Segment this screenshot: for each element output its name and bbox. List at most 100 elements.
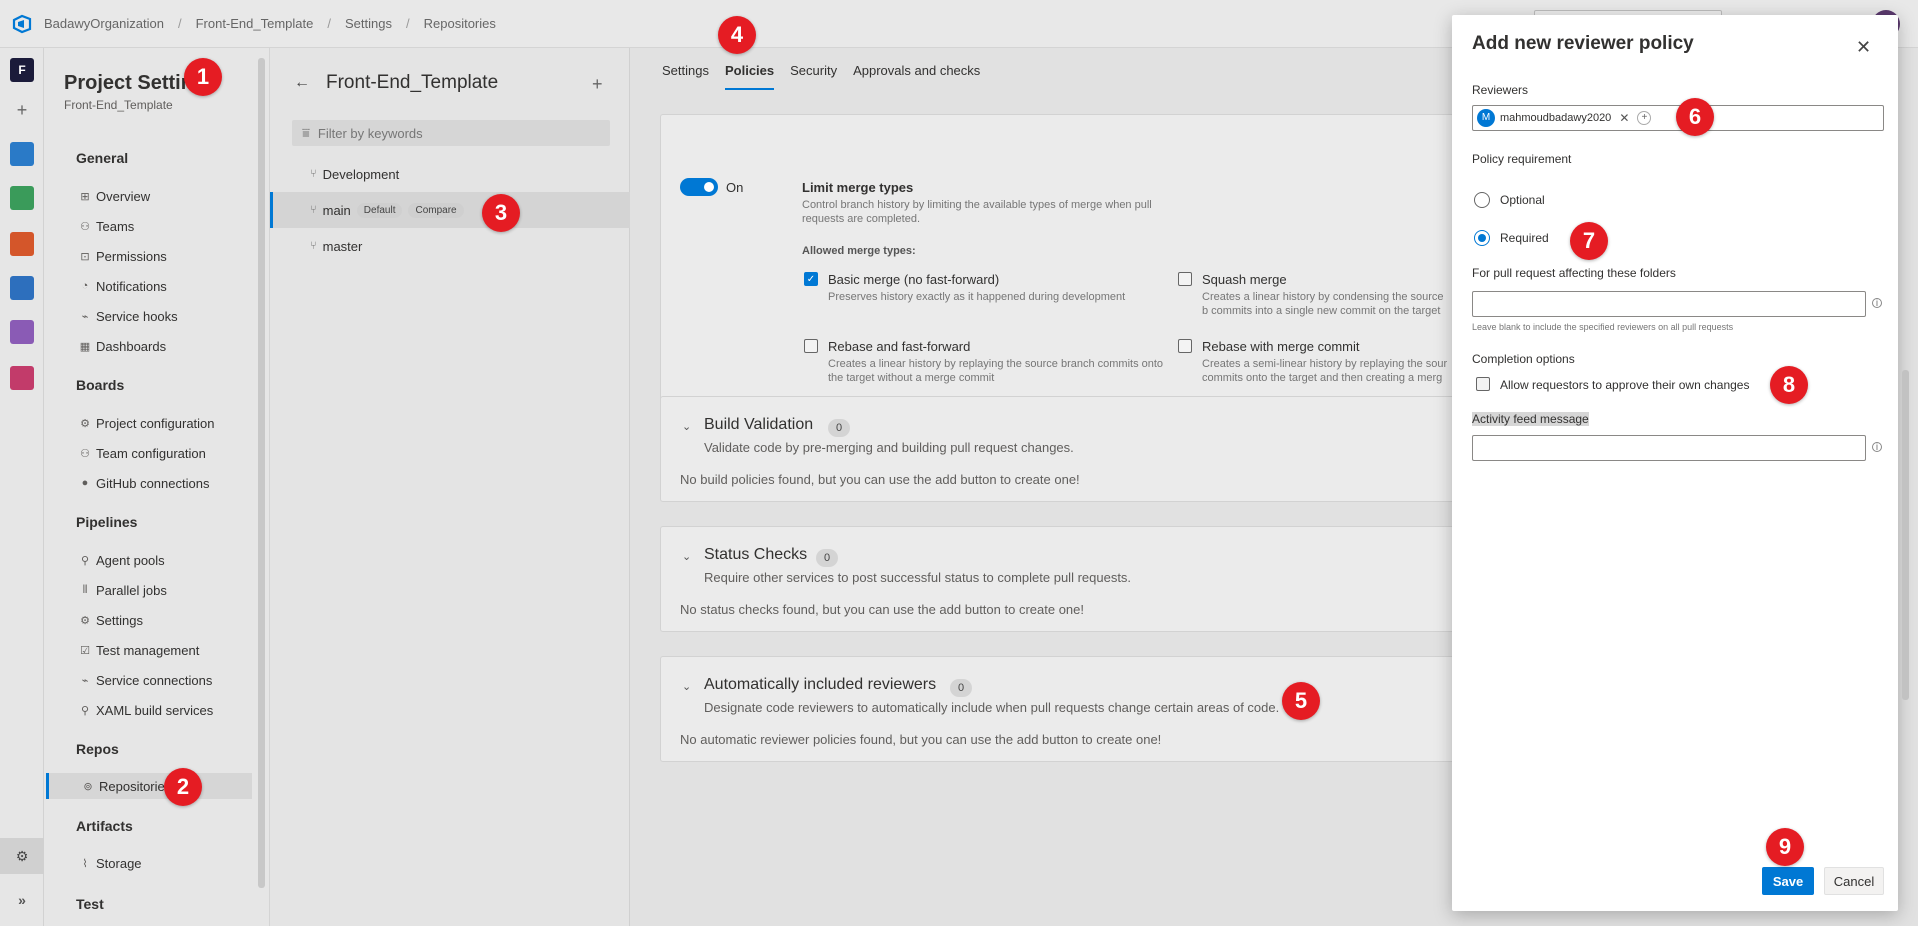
overview-icon: ⊞: [80, 190, 90, 203]
branch-icon: ⑂: [310, 168, 317, 180]
nav-item-label: Notifications: [96, 278, 167, 294]
boards-icon[interactable]: [10, 186, 34, 210]
nav-item-label: GitHub connections: [96, 475, 210, 491]
nav-item-test-management[interactable]: ☑ Test management: [76, 637, 269, 663]
nav-item-service-connections[interactable]: ⌁ Service connections: [76, 667, 269, 693]
cancel-button[interactable]: Cancel: [1824, 867, 1884, 895]
artifacts-icon[interactable]: [10, 366, 34, 390]
auto-reviewers-count: 0: [950, 679, 972, 697]
github-icon: ●: [81, 477, 89, 489]
pipelines-icon[interactable]: [10, 276, 34, 300]
nav-section-boards: Boards: [76, 377, 125, 393]
save-button[interactable]: Save: [1762, 867, 1814, 895]
nav-item-team-configuration[interactable]: ⚇ Team configuration: [76, 440, 269, 466]
annotation-marker: 2: [164, 768, 202, 806]
branch-item-main[interactable]: ⑂ main Default Compare: [270, 192, 630, 228]
nav-item-label: Repositories: [99, 778, 172, 794]
annotation-marker: 1: [184, 58, 222, 96]
breadcrumb-separator: /: [405, 16, 410, 31]
activity-feed-label: Activity feed message: [1472, 412, 1589, 426]
annotation-marker: 5: [1282, 682, 1320, 720]
tab-approvals-and-checks[interactable]: Approvals and checks: [853, 63, 980, 78]
nav-item-label: Test management: [96, 642, 200, 658]
plug-icon: ⌁: [81, 674, 89, 687]
gear-icon[interactable]: ⚙: [0, 838, 44, 874]
reviewer-chip[interactable]: M mahmoudbadawy2020 ✕ +: [1477, 109, 1652, 127]
info-icon[interactable]: i: [1872, 442, 1882, 453]
breadcrumb-project[interactable]: Front-End_Template: [196, 16, 314, 31]
default-tag: Default: [356, 202, 403, 218]
product-rail: F + ⚙ »: [0, 48, 44, 926]
folders-input[interactable]: [1472, 291, 1866, 317]
nav-item-label: Storage: [96, 855, 142, 871]
optional-label: Optional: [1500, 193, 1545, 207]
branch-item-development[interactable]: ⑂ Development: [270, 156, 630, 192]
info-icon[interactable]: i: [1872, 298, 1882, 309]
branch-filter-input[interactable]: ⩸ Filter by keywords: [292, 120, 610, 146]
nav-item-dashboards[interactable]: ▦ Dashboards: [76, 333, 269, 359]
nav-item-parallel-jobs[interactable]: ⫴ Parallel jobs: [76, 577, 269, 603]
nav-item-permissions[interactable]: ⊡ Permissions: [76, 243, 269, 269]
basic-merge-desc: Preserves history exactly as it happened…: [828, 291, 1126, 303]
chevron-down-icon[interactable]: ⌄: [682, 680, 691, 693]
project-initial: F: [18, 63, 26, 77]
config-icon: ⚙: [80, 417, 90, 430]
project-icon[interactable]: F: [10, 58, 34, 82]
nav-item-label: Team configuration: [96, 445, 206, 461]
nav-item-project-configuration[interactable]: ⚙ Project configuration: [76, 410, 269, 436]
tab-policies[interactable]: Policies: [724, 63, 775, 90]
tab-bar: Settings Policies Security Approvals and…: [662, 48, 980, 92]
chevron-down-icon[interactable]: ⌄: [682, 550, 691, 563]
repos-icon[interactable]: [10, 232, 34, 256]
chevron-down-icon[interactable]: ⌄: [682, 420, 691, 433]
nav-item-label: Dashboards: [96, 338, 167, 354]
required-radio[interactable]: [1474, 230, 1490, 246]
back-arrow-icon[interactable]: ←: [294, 74, 310, 92]
nav-item-overview[interactable]: ⊞ Overview: [76, 183, 269, 209]
overview-icon[interactable]: [10, 142, 34, 166]
close-icon[interactable]: ✕: [1856, 37, 1871, 58]
nav-item-storage[interactable]: ⌇ Storage: [76, 850, 269, 876]
azure-devops-logo-icon[interactable]: [0, 0, 44, 48]
page-scrollbar[interactable]: [1902, 370, 1909, 700]
compare-tag[interactable]: Compare: [408, 202, 464, 218]
nav-item-teams[interactable]: ⚇ Teams: [76, 213, 269, 239]
breadcrumb-repositories[interactable]: Repositories: [424, 16, 496, 31]
rebase-fast-forward-checkbox[interactable]: [804, 339, 818, 353]
branch-icon: ⑂: [310, 204, 317, 216]
rebase-merge-commit-checkbox[interactable]: [1178, 339, 1192, 353]
nav-item-service-hooks[interactable]: ⌁ Service hooks: [76, 303, 269, 329]
optional-radio[interactable]: [1474, 192, 1490, 208]
nav-item-xaml-build-services[interactable]: ⚲ XAML build services: [76, 697, 269, 723]
tab-settings[interactable]: Settings: [662, 63, 709, 78]
nav-item-notifications[interactable]: ◔ Notifications: [76, 273, 269, 299]
nav-item-repositories[interactable]: ⊚ Repositories: [46, 773, 252, 799]
build-validation-desc: Validate code by pre-merging and buildin…: [704, 440, 1074, 455]
add-reviewer-icon[interactable]: +: [1637, 111, 1652, 125]
nav-item-pipeline-settings[interactable]: ⚙ Settings: [76, 607, 269, 633]
nav-scrollbar[interactable]: [258, 58, 265, 888]
activity-feed-input[interactable]: [1472, 435, 1866, 461]
add-icon[interactable]: +: [592, 74, 603, 95]
add-icon[interactable]: +: [10, 98, 34, 122]
merge-types-toggle[interactable]: [680, 178, 718, 196]
hook-icon: ⌁: [81, 310, 89, 323]
allow-self-approve-checkbox[interactable]: [1476, 377, 1490, 391]
branch-icon: ⑂: [310, 240, 317, 252]
test-plans-icon[interactable]: [10, 320, 34, 344]
basic-merge-checkbox[interactable]: ✓: [804, 272, 818, 286]
breadcrumb: BadawyOrganization / Front-End_Template …: [44, 16, 496, 31]
folders-hint: Leave blank to include the specified rev…: [1472, 322, 1734, 332]
tab-security[interactable]: Security: [790, 63, 837, 78]
add-reviewer-policy-dialog: Add new reviewer policy ✕ Reviewers M ma…: [1452, 15, 1898, 911]
breadcrumb-settings[interactable]: Settings: [345, 16, 392, 31]
branch-item-master[interactable]: ⑂ master: [270, 228, 630, 264]
reviewers-label: Reviewers: [1472, 83, 1529, 97]
nav-item-github-connections[interactable]: ● GitHub connections: [76, 470, 269, 496]
nav-item-agent-pools[interactable]: ⚲ Agent pools: [76, 547, 269, 573]
breadcrumb-organization[interactable]: BadawyOrganization: [44, 16, 164, 31]
squash-merge-checkbox[interactable]: [1178, 272, 1192, 286]
remove-reviewer-icon[interactable]: ✕: [1619, 111, 1629, 125]
expand-icon[interactable]: »: [10, 888, 34, 912]
nav-item-label: Overview: [96, 188, 151, 204]
